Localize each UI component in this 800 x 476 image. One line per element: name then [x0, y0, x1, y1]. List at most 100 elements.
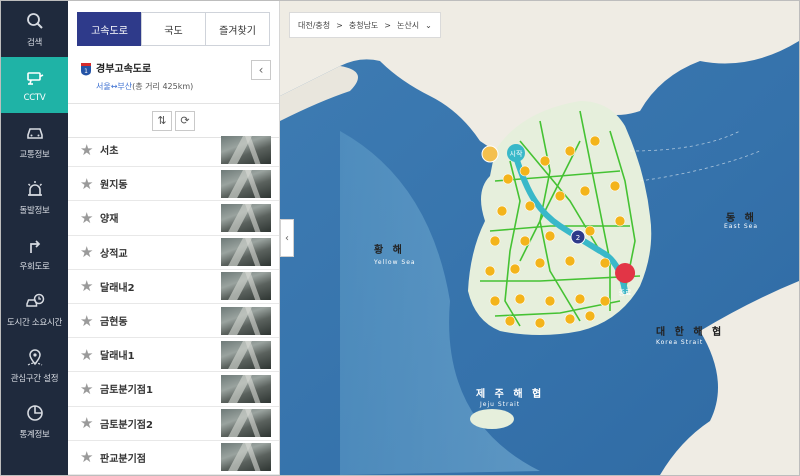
cctv-thumbnail[interactable]	[221, 203, 271, 232]
route-name: 경부고속도로	[96, 64, 152, 75]
cctv-name: 판교분기점	[100, 453, 146, 465]
list-item[interactable]: ★ 판교분기점	[68, 441, 279, 475]
travel-time-icon	[25, 293, 44, 307]
nav-label: 검색	[26, 37, 43, 48]
nav-label: 도시간 소요시간	[6, 317, 63, 328]
tab-national-road[interactable]: 국도	[141, 12, 206, 46]
sea-label-yellow: 황 해	[374, 245, 405, 256]
cctv-name: 달래내1	[100, 351, 135, 363]
breadcrumb-item[interactable]: 대전/충청	[298, 20, 330, 31]
star-icon[interactable]: ★	[80, 245, 94, 260]
cctv-thumbnail[interactable]	[221, 306, 271, 335]
list-item[interactable]: ★ 상적교	[68, 236, 279, 270]
start-label: 시작	[510, 149, 523, 158]
cctv-name: 상적교	[100, 248, 128, 260]
chevron-down-icon[interactable]: ⌄	[425, 21, 432, 30]
nav-detour[interactable]: 우회도로	[1, 225, 68, 281]
cctv-name: 금토분기점1	[100, 385, 153, 397]
sea-label-strait: 대 한 해 협	[656, 327, 725, 338]
end-label: 종료	[619, 289, 632, 297]
cctv-panel: 고속도로 국도 즐겨찾기 1 경부고속도로 서울↔부산(총 거리 425km) …	[68, 1, 346, 475]
breadcrumb: 대전/충청 > 충청남도 > 논산시 ⌄	[289, 12, 441, 38]
star-icon[interactable]: ★	[80, 381, 94, 396]
start-marker[interactable]	[481, 145, 499, 163]
list-item[interactable]: ★ 서초	[68, 133, 279, 168]
nav-label: 우회도로	[19, 261, 50, 272]
sea-label-east: 동 해	[726, 213, 757, 224]
route-subtitle: 서울↔부산(총 거리 425km)	[96, 81, 269, 92]
cctv-thumbnail[interactable]	[221, 135, 271, 164]
cctv-thumbnail[interactable]	[221, 272, 271, 301]
waypoint-label: 2	[576, 234, 580, 242]
list-item[interactable]: ★ 달래내2	[68, 270, 279, 304]
star-icon[interactable]: ★	[80, 450, 94, 465]
nav-search[interactable]: 검색	[1, 1, 68, 57]
chevron-right-icon: >	[384, 20, 391, 30]
tab-expressway[interactable]: 고속도로	[77, 12, 142, 46]
nav-label: 교통정보	[19, 149, 50, 160]
nav-travel-time[interactable]: 도시간 소요시간	[1, 281, 68, 337]
list-item[interactable]: ★ 금토분기점2	[68, 407, 279, 441]
star-icon[interactable]: ★	[80, 313, 94, 328]
chevron-left-icon: ‹	[285, 232, 289, 244]
list-item[interactable]: ★ 양재	[68, 201, 279, 236]
left-nav: 검색 CCTV 교통정보 돌발정보 우회도로 도시간 소요시간 관심구간 설정 …	[1, 1, 68, 475]
refresh-icon: ⟳	[180, 114, 190, 127]
statistics-icon	[26, 404, 43, 421]
tab-favorites[interactable]: 즐겨찾기	[205, 12, 270, 46]
chevron-right-icon: >	[336, 20, 343, 30]
star-icon[interactable]: ★	[80, 347, 94, 362]
cctv-thumbnail[interactable]	[221, 374, 271, 403]
cctv-icon	[26, 71, 43, 85]
cctv-name: 달래내2	[100, 282, 135, 294]
list-item[interactable]: ★ 금현동	[68, 304, 279, 339]
reverse-direction-button[interactable]: ⇅	[152, 110, 172, 131]
cctv-list: ★ 서초 ★ 원지동 ★ 양재 ★ 상적교 ★ 달래내2 ★ 금현동 ★ 달래내1 ★ 금토분기…	[68, 133, 279, 475]
back-button[interactable]: ‹	[251, 60, 271, 80]
cctv-name: 양재	[100, 214, 119, 226]
search-icon	[26, 12, 43, 29]
star-icon[interactable]: ★	[80, 279, 94, 294]
route-from-to: 서울↔부산	[96, 82, 133, 91]
cctv-name: 금토분기점2	[100, 419, 153, 431]
breadcrumb-item[interactable]: 논산시	[397, 20, 419, 31]
jeju-island	[470, 409, 514, 429]
swap-vertical-icon: ⇅	[157, 114, 167, 127]
cctv-thumbnail[interactable]	[221, 340, 271, 369]
map-canvas[interactable]: 시작 2 종료	[280, 1, 799, 475]
nav-incident[interactable]: 돌발정보	[1, 169, 68, 225]
nav-label: CCTV	[23, 92, 46, 103]
nav-label: 관심구간 설정	[10, 373, 59, 384]
alert-icon	[27, 180, 42, 196]
sea-label-jeju-en: Jeju Strait	[480, 401, 521, 408]
sea-label-east-en: East Sea	[724, 223, 759, 230]
star-icon[interactable]: ★	[80, 210, 94, 225]
list-item[interactable]: ★ 달래내1	[68, 338, 279, 373]
star-icon[interactable]: ★	[80, 416, 94, 431]
breadcrumb-item[interactable]: 충청남도	[349, 20, 378, 31]
list-item[interactable]: ★ 원지동	[68, 167, 279, 202]
road-type-tabs: 고속도로 국도 즐겨찾기	[77, 12, 270, 46]
route-length: (총 거리 425km)	[132, 82, 194, 91]
panel-collapse-button[interactable]: ‹	[280, 219, 294, 257]
star-icon[interactable]: ★	[80, 176, 94, 191]
nav-favorite-section[interactable]: 관심구간 설정	[1, 337, 68, 393]
nav-cctv[interactable]: CCTV	[1, 57, 68, 113]
cctv-thumbnail[interactable]	[221, 443, 271, 472]
detour-icon	[29, 239, 40, 253]
nav-label: 돌발정보	[19, 205, 50, 216]
cctv-name: 서초	[100, 146, 119, 158]
car-icon	[26, 127, 43, 139]
map-view[interactable]: 시작 2 종료 대전/충청 > 충청남도 > 논산시 ⌄ ‹ 황 해 Yello…	[280, 1, 799, 475]
star-icon[interactable]: ★	[80, 142, 94, 157]
sea-label-yellow-en: Yellow Sea	[374, 259, 416, 266]
cctv-name: 금현동	[100, 317, 128, 329]
refresh-button[interactable]: ⟳	[175, 110, 195, 131]
route-header: 1 경부고속도로 서울↔부산(총 거리 425km) ‹	[68, 52, 279, 104]
list-item[interactable]: ★ 금토분기점1	[68, 372, 279, 407]
cctv-thumbnail[interactable]	[221, 409, 271, 438]
cctv-thumbnail[interactable]	[221, 238, 271, 267]
nav-traffic[interactable]: 교통정보	[1, 113, 68, 169]
cctv-thumbnail[interactable]	[221, 169, 271, 198]
nav-statistics[interactable]: 통계정보	[1, 393, 68, 449]
